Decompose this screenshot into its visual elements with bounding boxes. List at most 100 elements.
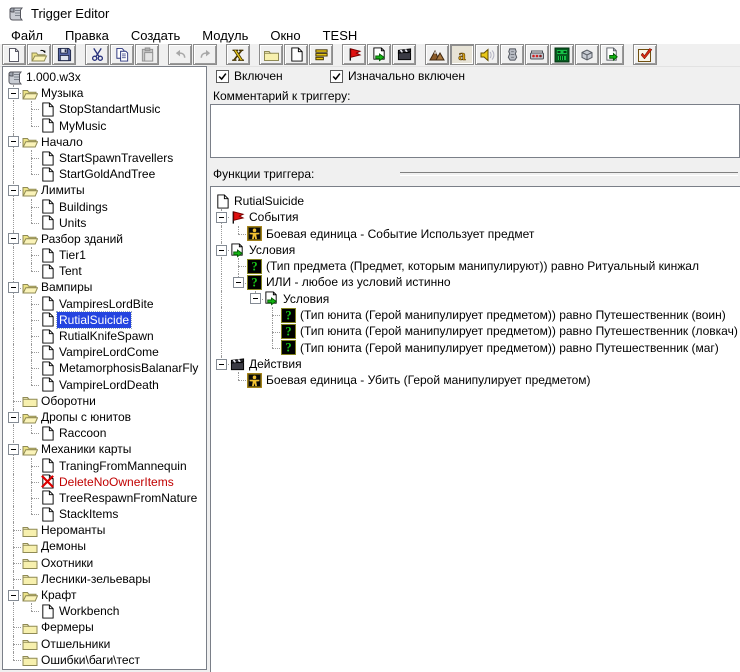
- map-tree-label[interactable]: Крафт: [39, 587, 78, 603]
- function-tree-label[interactable]: Условия: [281, 291, 331, 307]
- map-tree-row[interactable]: DeleteNoOwnerItems: [3, 473, 206, 490]
- function-tree-label[interactable]: (Тип юнита (Герой манипулирует предметом…: [298, 307, 728, 323]
- map-tree-label[interactable]: RutialKnifeSpawn: [57, 328, 156, 344]
- menu-item-tesh[interactable]: TESH: [312, 27, 369, 45]
- map-tree-label[interactable]: Лимиты: [39, 182, 87, 198]
- sound-editor-button[interactable]: [475, 44, 499, 65]
- map-tree-row[interactable]: Фермеры: [3, 619, 206, 636]
- expand-toggle[interactable]: [8, 443, 19, 455]
- cut-button[interactable]: [85, 44, 109, 65]
- map-tree-row[interactable]: StackItems: [3, 506, 206, 523]
- function-tree-label[interactable]: События: [247, 209, 301, 225]
- map-tree-label[interactable]: MyMusic: [57, 118, 108, 134]
- map-tree-row[interactable]: VampiresLordBite: [3, 295, 206, 312]
- map-tree-row[interactable]: TreeRespawnFromNature: [3, 489, 206, 507]
- new-map-button[interactable]: [2, 44, 26, 65]
- map-tree-label[interactable]: Начало: [39, 134, 85, 150]
- new-action-button[interactable]: [392, 44, 416, 65]
- new-category-button[interactable]: [259, 44, 283, 65]
- map-tree-row[interactable]: Лимиты: [3, 182, 206, 199]
- function-tree-row[interactable]: Условия: [211, 290, 740, 308]
- map-tree-label[interactable]: Tier1: [57, 247, 88, 263]
- menu-item-создать[interactable]: Создать: [120, 27, 191, 45]
- expand-toggle[interactable]: [233, 277, 244, 289]
- map-tree-row[interactable]: Лесники-зельевары: [3, 570, 206, 587]
- expand-toggle[interactable]: [250, 293, 261, 305]
- map-tree-row[interactable]: Дропы с юнитов: [3, 408, 206, 426]
- checkmark-icon[interactable]: [330, 69, 343, 83]
- map-tree-label[interactable]: Лесники-зельевары: [39, 571, 153, 587]
- map-tree-label[interactable]: Ошибки\баги\тест: [39, 652, 142, 668]
- map-tree-row[interactable]: Музыка: [3, 85, 206, 102]
- map-tree-row[interactable]: StartGoldAndTree: [3, 166, 206, 183]
- map-tree-row[interactable]: Ошибки\баги\тест: [3, 651, 206, 668]
- map-tree-row[interactable]: Разбор зданий: [3, 230, 206, 248]
- map-tree-label[interactable]: VampiresLordBite: [57, 296, 156, 312]
- new-event-button[interactable]: [342, 44, 366, 65]
- expand-toggle[interactable]: [8, 282, 19, 294]
- map-tree-label[interactable]: Охотники: [39, 555, 95, 571]
- function-tree-label[interactable]: Боевая единица - Убить (Герой манипулиру…: [264, 372, 593, 388]
- map-tree-row[interactable]: Raccoon: [3, 425, 206, 442]
- map-tree-row[interactable]: VampireLordCome: [3, 344, 206, 361]
- function-tree-label[interactable]: (Тип предмета (Предмет, которым манипули…: [264, 258, 701, 274]
- menu-item-правка[interactable]: Правка: [54, 27, 120, 45]
- map-tree-label[interactable]: VampireLordDeath: [57, 377, 161, 393]
- function-tree-row[interactable]: Боевая единица - Убить (Герой манипулиру…: [211, 372, 740, 388]
- map-tree-label[interactable]: StartSpawnTravellers: [57, 150, 175, 166]
- map-tree-label[interactable]: TreeRespawnFromNature: [57, 490, 199, 506]
- map-tree-label[interactable]: 1.000.w3x: [24, 69, 83, 85]
- expand-toggle[interactable]: [8, 411, 19, 423]
- map-tree-row[interactable]: RutialSuicide: [3, 310, 206, 330]
- map-tree-row[interactable]: MetamorphosisBalanarFly: [3, 360, 206, 377]
- import-manager-button[interactable]: [600, 44, 624, 65]
- map-tree-row[interactable]: 1.000.w3x: [3, 69, 206, 85]
- map-tree-label[interactable]: DeleteNoOwnerItems: [57, 474, 176, 490]
- function-tree-row[interactable]: ? (Тип предмета (Предмет, которым манипул…: [211, 258, 740, 275]
- map-tree-label[interactable]: StopStandartMusic: [57, 101, 162, 117]
- map-tree-row[interactable]: Отшельники: [3, 635, 206, 652]
- object-manager-button[interactable]: [575, 44, 599, 65]
- map-tree-row[interactable]: Workbench: [3, 603, 206, 620]
- map-tree-row[interactable]: Крафт: [3, 587, 206, 604]
- function-tree-label[interactable]: Условия: [247, 242, 297, 258]
- initially-on-checkbox[interactable]: Изначально включен: [330, 69, 465, 83]
- map-tree-label[interactable]: Workbench: [57, 603, 121, 619]
- expand-toggle[interactable]: [216, 358, 227, 370]
- map-tree-row[interactable]: Начало: [3, 133, 206, 150]
- comment-input[interactable]: [211, 105, 739, 157]
- map-tree-label[interactable]: Демоны: [39, 538, 88, 554]
- map-tree-row[interactable]: Tier1: [3, 247, 206, 264]
- map-tree-label[interactable]: Фермеры: [39, 619, 96, 635]
- map-tree-label[interactable]: Разбор зданий: [39, 231, 125, 247]
- map-tree-label[interactable]: StackItems: [57, 506, 120, 522]
- map-tree-label[interactable]: Дропы с юнитов: [39, 409, 133, 425]
- map-tree-row[interactable]: Механики карты: [3, 441, 206, 458]
- function-tree-row[interactable]: ? (Тип юнита (Герой манипулирует предмето…: [211, 307, 740, 324]
- function-tree-row[interactable]: ? ИЛИ - любое из условий истинно: [211, 274, 740, 291]
- expand-toggle[interactable]: [216, 211, 227, 223]
- map-tree-label[interactable]: Units: [57, 215, 88, 231]
- map-tree-row[interactable]: MyMusic: [3, 117, 206, 134]
- map-tree-row[interactable]: Вампиры: [3, 279, 206, 296]
- enabled-checkbox[interactable]: Включен: [216, 69, 283, 83]
- expand-toggle[interactable]: [216, 244, 227, 256]
- menu-item-файл[interactable]: Файл: [0, 27, 54, 45]
- map-tree-label[interactable]: RutialSuicide: [55, 310, 133, 330]
- new-condition-button[interactable]: [367, 44, 391, 65]
- campaign-editor-button[interactable]: [525, 44, 549, 65]
- function-tree-row[interactable]: Боевая единица - Событие Использует пред…: [211, 225, 740, 242]
- checkmark-icon[interactable]: [216, 69, 229, 83]
- map-tree-label[interactable]: StartGoldAndTree: [57, 166, 157, 182]
- map-tree-row[interactable]: VampireLordDeath: [3, 376, 206, 393]
- map-tree-label[interactable]: VampireLordCome: [57, 344, 161, 360]
- function-tree-row[interactable]: События: [211, 209, 740, 226]
- terrain-editor-button[interactable]: [425, 44, 449, 65]
- map-tree-row[interactable]: Units: [3, 214, 206, 231]
- map-tree-label[interactable]: Вампиры: [39, 279, 94, 295]
- map-tree-label[interactable]: Оборотни: [39, 393, 98, 409]
- delete-button[interactable]: X: [226, 44, 250, 65]
- open-map-button[interactable]: [27, 44, 51, 65]
- expand-toggle[interactable]: [8, 233, 19, 245]
- map-tree-label[interactable]: Механики карты: [39, 441, 133, 457]
